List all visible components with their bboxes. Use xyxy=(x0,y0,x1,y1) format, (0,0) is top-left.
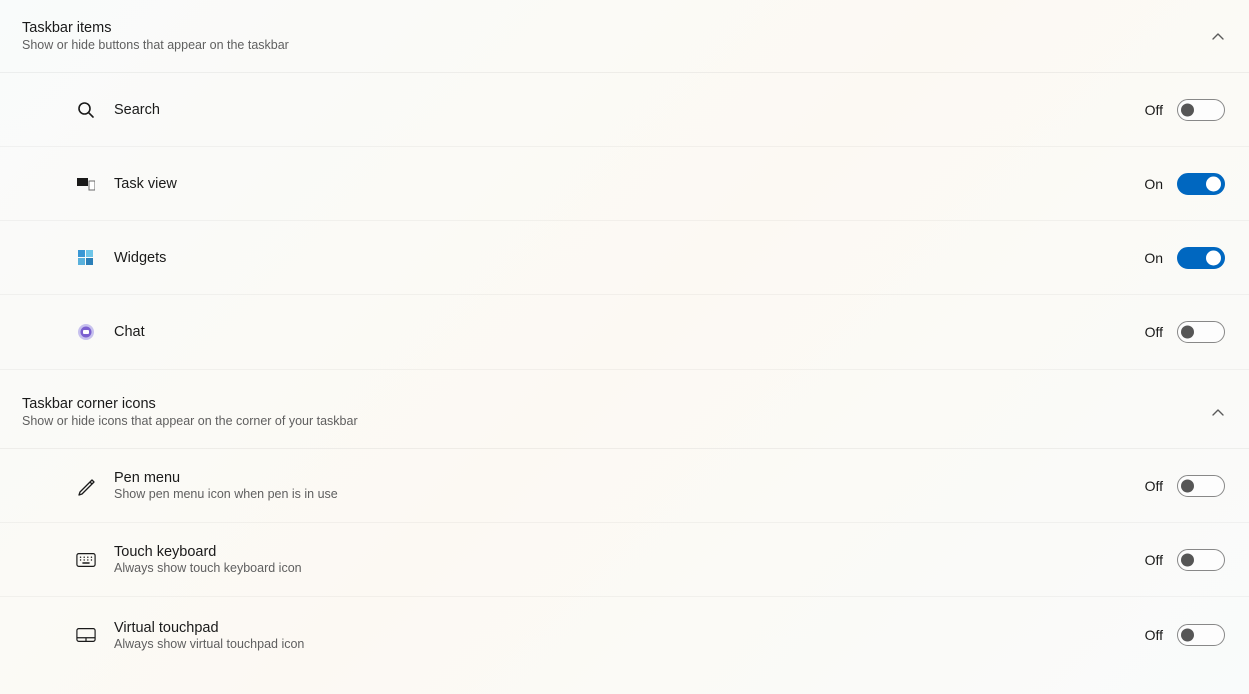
task-view-toggle[interactable] xyxy=(1177,173,1225,195)
row-label: Search xyxy=(114,102,1145,118)
chat-toggle[interactable] xyxy=(1177,321,1225,343)
toggle-state-label: On xyxy=(1144,176,1163,192)
pen-icon xyxy=(76,476,96,496)
search-row: Search Off xyxy=(0,73,1249,147)
section-subtitle: Show or hide buttons that appear on the … xyxy=(22,38,1211,52)
chevron-up-icon xyxy=(1211,29,1225,43)
taskbar-corner-icons-section-header[interactable]: Taskbar corner icons Show or hide icons … xyxy=(0,372,1249,449)
widgets-icon xyxy=(76,248,96,268)
virtual-touchpad-row: Virtual touchpad Always show virtual tou… xyxy=(0,597,1249,673)
chat-icon xyxy=(76,322,96,342)
row-label: Chat xyxy=(114,324,1145,340)
toggle-state-label: Off xyxy=(1145,102,1163,118)
toggle-state-label: Off xyxy=(1145,478,1163,494)
row-subtitle: Always show virtual touchpad icon xyxy=(114,637,1145,651)
chat-row: Chat Off xyxy=(0,295,1249,369)
pen-menu-toggle[interactable] xyxy=(1177,475,1225,497)
toggle-state-label: On xyxy=(1144,250,1163,266)
section-title: Taskbar items xyxy=(22,20,1211,36)
task-view-row: Task view On xyxy=(0,147,1249,221)
task-view-icon xyxy=(76,174,96,194)
search-toggle[interactable] xyxy=(1177,99,1225,121)
toggle-state-label: Off xyxy=(1145,552,1163,568)
row-label: Pen menu xyxy=(114,470,1145,486)
row-label: Task view xyxy=(114,176,1144,192)
toggle-state-label: Off xyxy=(1145,324,1163,340)
toggle-state-label: Off xyxy=(1145,627,1163,643)
touchpad-icon xyxy=(76,625,96,645)
touch-keyboard-row: Touch keyboard Always show touch keyboar… xyxy=(0,523,1249,597)
row-subtitle: Always show touch keyboard icon xyxy=(114,561,1145,575)
section-subtitle: Show or hide icons that appear on the co… xyxy=(22,414,1211,428)
widgets-row: Widgets On xyxy=(0,221,1249,295)
section-title: Taskbar corner icons xyxy=(22,396,1211,412)
pen-menu-row: Pen menu Show pen menu icon when pen is … xyxy=(0,449,1249,523)
taskbar-items-section-header[interactable]: Taskbar items Show or hide buttons that … xyxy=(0,0,1249,73)
chevron-up-icon xyxy=(1211,405,1225,419)
row-label: Widgets xyxy=(114,250,1144,266)
row-label: Virtual touchpad xyxy=(114,620,1145,636)
row-label: Touch keyboard xyxy=(114,544,1145,560)
row-subtitle: Show pen menu icon when pen is in use xyxy=(114,487,1145,501)
keyboard-icon xyxy=(76,550,96,570)
touch-keyboard-toggle[interactable] xyxy=(1177,549,1225,571)
virtual-touchpad-toggle[interactable] xyxy=(1177,624,1225,646)
widgets-toggle[interactable] xyxy=(1177,247,1225,269)
search-icon xyxy=(76,100,96,120)
